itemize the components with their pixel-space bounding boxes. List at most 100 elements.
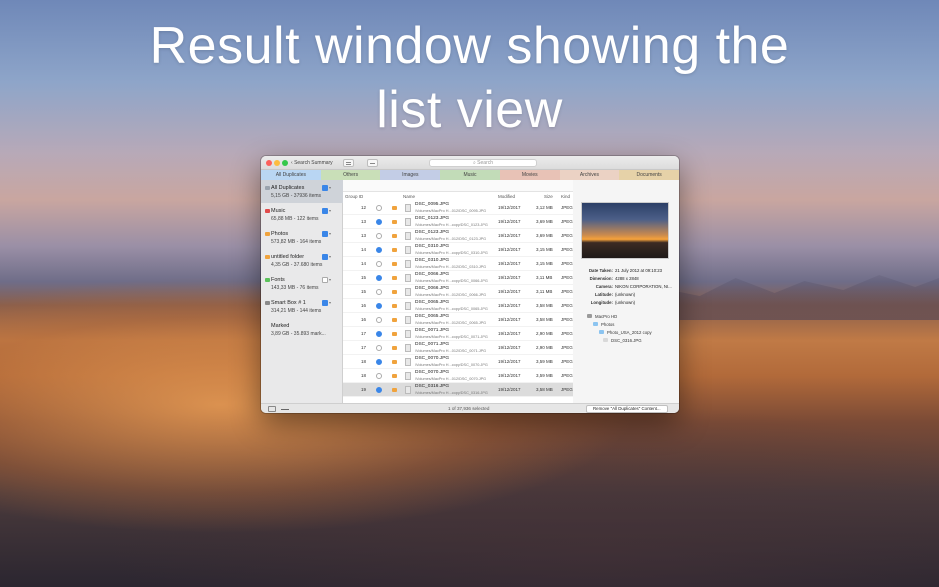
table-row[interactable]: 13 DSC_0123.JPG/Volumes/MacPro H...copy/D… <box>343 215 573 229</box>
remove-content-button[interactable]: Remove "All Duplicates" Content... <box>586 405 668 413</box>
minus-icon[interactable] <box>281 409 289 410</box>
table-row[interactable]: 15 DSC_0066.JPG/Volumes/MacPro H...copy/D… <box>343 271 573 285</box>
group-id-cell: 13 <box>361 233 367 238</box>
row-checkbox[interactable] <box>376 359 382 365</box>
row-checkbox[interactable] <box>376 247 382 253</box>
image-file-icon <box>405 372 411 380</box>
tab-documents[interactable]: Documents <box>619 170 679 180</box>
row-checkbox[interactable] <box>376 219 382 225</box>
sidebar-item-checkbox[interactable] <box>322 300 328 306</box>
row-checkbox[interactable] <box>376 261 382 267</box>
metadata-label: Date Taken: <box>588 268 613 273</box>
preview-toggle-icon[interactable] <box>268 406 276 412</box>
grid-view-button[interactable] <box>367 159 378 167</box>
row-checkbox[interactable] <box>376 289 382 295</box>
table-row[interactable]: 15 DSC_0066.JPG/Volumes/MacPro H...012/DS… <box>343 285 573 299</box>
sidebar-item[interactable]: Marked 3,89 GB - 35.893 mark... <box>261 318 343 341</box>
chevron-down-icon[interactable]: ▾ <box>329 208 334 214</box>
folder-icon <box>265 209 270 213</box>
table-row[interactable]: 13 DSC_0123.JPG/Volumes/MacPro H...012/DS… <box>343 229 573 243</box>
folder-icon <box>392 234 397 238</box>
size-cell: 3,12 MB <box>536 205 553 210</box>
folder-icon <box>593 322 598 326</box>
metadata-row: Dimension: 4288 x 2848 <box>577 275 677 282</box>
chevron-down-icon[interactable]: ▾ <box>329 277 334 283</box>
image-file-icon <box>405 316 411 324</box>
sidebar-item-checkbox[interactable] <box>322 208 328 214</box>
tab-archives[interactable]: Archives <box>559 170 620 180</box>
modified-cell: 19/12/2017 <box>498 373 521 378</box>
table-row[interactable]: 14 DSC_0310.JPG/Volumes/MacPro H...012/DS… <box>343 257 573 271</box>
image-file-icon <box>405 232 411 240</box>
column-kind[interactable]: Kind <box>561 193 570 201</box>
sidebar-item[interactable]: Photos 573,82 MB - 164 items ▾ <box>261 226 343 249</box>
folder-icon <box>392 360 397 364</box>
row-checkbox[interactable] <box>376 303 382 309</box>
tree-item[interactable]: MacPro HD <box>587 313 617 320</box>
tree-item[interactable]: Photo_USA_2012 copy <box>599 329 652 336</box>
table-row[interactable]: 18 DSC_0070.JPG/Volumes/MacPro H...012/DS… <box>343 369 573 383</box>
image-file-icon <box>405 204 411 212</box>
sidebar-item[interactable]: Smart Box # 1 314,21 MB - 144 items ▾ <box>261 295 343 318</box>
table-row[interactable]: 17 DSC_0071.JPG/Volumes/MacPro H...012/DS… <box>343 341 573 355</box>
search-field[interactable]: ⌕ Search <box>429 159 537 167</box>
sidebar-item-size: 65,88 MB - 122 items <box>271 216 319 222</box>
list-view-button[interactable] <box>343 159 354 167</box>
folder-icon <box>392 346 397 350</box>
table-row[interactable]: 12 DSC_0095.JPG/Volumes/MacPro H...012/DS… <box>343 201 573 215</box>
table-row[interactable]: 18 DSC_0070.JPG/Volumes/MacPro H...copy/D… <box>343 355 573 369</box>
tab-music[interactable]: Music <box>440 170 500 180</box>
zoom-window-button[interactable] <box>282 160 288 166</box>
file-path: /Volumes/MacPro H...012/DSC_0095.JPG <box>415 209 487 213</box>
folder-icon <box>392 276 397 280</box>
chevron-down-icon[interactable]: ▾ <box>329 254 334 260</box>
tree-item-label: Photos <box>601 322 615 327</box>
table-row[interactable]: 17 DSC_0071.JPG/Volumes/MacPro H...copy/D… <box>343 327 573 341</box>
tab-others[interactable]: Others <box>320 170 381 180</box>
tab-movies[interactable]: Movies <box>499 170 560 180</box>
row-checkbox[interactable] <box>376 345 382 351</box>
preview-image <box>581 202 669 259</box>
sidebar-item[interactable]: untitled folder 4,35 GB - 37.680 items ▾ <box>261 249 343 272</box>
chevron-down-icon[interactable]: ▾ <box>329 300 334 306</box>
folder-icon <box>392 206 397 210</box>
chevron-down-icon[interactable]: ▾ <box>329 231 334 237</box>
row-checkbox[interactable] <box>376 387 382 393</box>
minimize-window-button[interactable] <box>274 160 280 166</box>
close-window-button[interactable] <box>266 160 272 166</box>
list-rows: 12 DSC_0095.JPG/Volumes/MacPro H...012/DS… <box>343 201 573 397</box>
row-checkbox[interactable] <box>376 205 382 211</box>
sidebar-item[interactable]: Fonts 143,33 MB - 76 items ▾ <box>261 272 343 295</box>
tab-all-duplicates[interactable]: All Duplicates <box>261 170 321 180</box>
column-group-id[interactable]: Group ID <box>345 193 363 201</box>
tab-images[interactable]: Images <box>380 170 441 180</box>
row-checkbox[interactable] <box>376 331 382 337</box>
column-size[interactable]: Size <box>544 193 553 201</box>
size-cell: 3,11 MB <box>536 289 553 294</box>
tree-item[interactable]: DSC_0316.JPG <box>603 337 642 344</box>
sidebar-item[interactable]: All Duplicates 5,15 GB - 37936 items ▾ <box>261 180 343 203</box>
chevron-down-icon[interactable]: ▾ <box>329 185 334 191</box>
table-row[interactable]: 14 DSC_0310.JPG/Volumes/MacPro H...copy/D… <box>343 243 573 257</box>
image-file-icon <box>405 330 411 338</box>
back-to-search-summary-button[interactable]: ‹ Search Summary <box>291 159 333 167</box>
sidebar-item-size: 3,89 GB - 35.893 mark... <box>271 331 326 337</box>
column-modified[interactable]: Modified <box>498 193 515 201</box>
sidebar-item-checkbox[interactable] <box>322 231 328 237</box>
modified-cell: 19/12/2017 <box>498 303 521 308</box>
metadata-label: Camera: <box>595 284 613 289</box>
sidebar-item-checkbox[interactable] <box>322 185 328 191</box>
row-checkbox[interactable] <box>376 317 382 323</box>
table-row[interactable]: 19 DSC_0316.JPG/Volumes/MacPro H...copy/D… <box>343 383 573 397</box>
table-row[interactable]: 16 DSC_0065.JPG/Volumes/MacPro H...012/DS… <box>343 313 573 327</box>
column-name[interactable]: Name <box>403 193 415 201</box>
row-checkbox[interactable] <box>376 373 382 379</box>
sidebar-item-checkbox[interactable] <box>322 254 328 260</box>
kind-cell: JPEG <box>561 205 573 210</box>
sidebar-item-checkbox[interactable] <box>322 277 328 283</box>
sidebar-item[interactable]: Music 65,88 MB - 122 items ▾ <box>261 203 343 226</box>
row-checkbox[interactable] <box>376 233 382 239</box>
tree-item[interactable]: Photos <box>593 321 614 328</box>
row-checkbox[interactable] <box>376 275 382 281</box>
table-row[interactable]: 16 DSC_0065.JPG/Volumes/MacPro H...copy/D… <box>343 299 573 313</box>
